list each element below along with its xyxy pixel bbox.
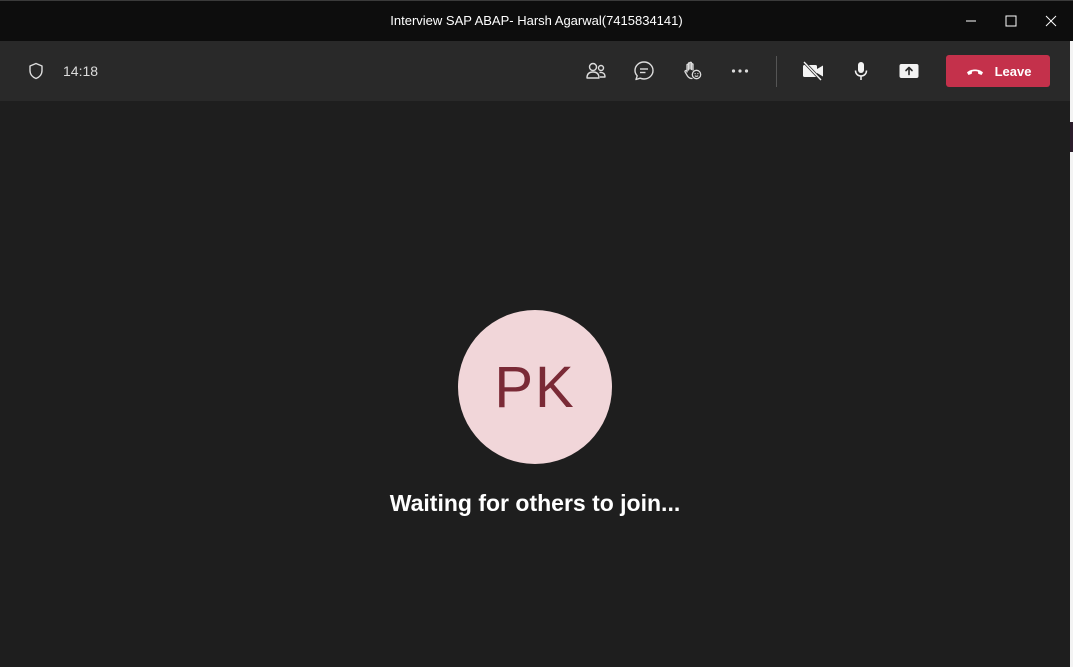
window-title: Interview SAP ABAP- Harsh Agarwal(741583… [390,13,683,28]
teams-meeting-window: Interview SAP ABAP- Harsh Agarwal(741583… [0,0,1073,667]
reactions-button[interactable] [674,53,710,89]
more-options-icon [731,69,749,73]
chat-icon [634,61,654,81]
share-screen-icon [899,64,919,78]
minimize-button[interactable] [951,1,991,41]
maximize-button[interactable] [991,1,1031,41]
meeting-toolbar: 14:18 Leave [0,41,1073,101]
toolbar-divider [776,56,777,87]
shield-icon [29,62,43,80]
close-window-button[interactable] [1031,1,1071,41]
microphone-toggle-button[interactable] [843,53,879,89]
more-actions-button[interactable] [722,53,758,89]
phone-hangup-icon [965,65,985,77]
camera-off-icon [802,60,823,82]
people-icon [586,62,606,79]
participant-avatar: PK [458,310,612,464]
camera-toggle-button[interactable] [795,53,831,89]
show-conversation-button[interactable] [626,53,662,89]
title-bar: Interview SAP ABAP- Harsh Agarwal(741583… [0,0,1073,41]
microphone-icon [854,62,868,80]
raise-hand-icon [684,61,702,80]
leave-button[interactable]: Leave [946,55,1050,87]
close-icon [1045,15,1057,27]
maximize-icon [1005,15,1017,27]
minimize-icon [966,20,976,22]
share-content-button[interactable] [891,53,927,89]
meeting-privacy-button[interactable] [24,59,48,83]
leave-button-label: Leave [994,63,1032,79]
show-participants-button[interactable] [578,53,614,89]
meeting-timer: 14:18 [63,63,99,79]
waiting-status-message: Waiting for others to join... [389,490,681,516]
